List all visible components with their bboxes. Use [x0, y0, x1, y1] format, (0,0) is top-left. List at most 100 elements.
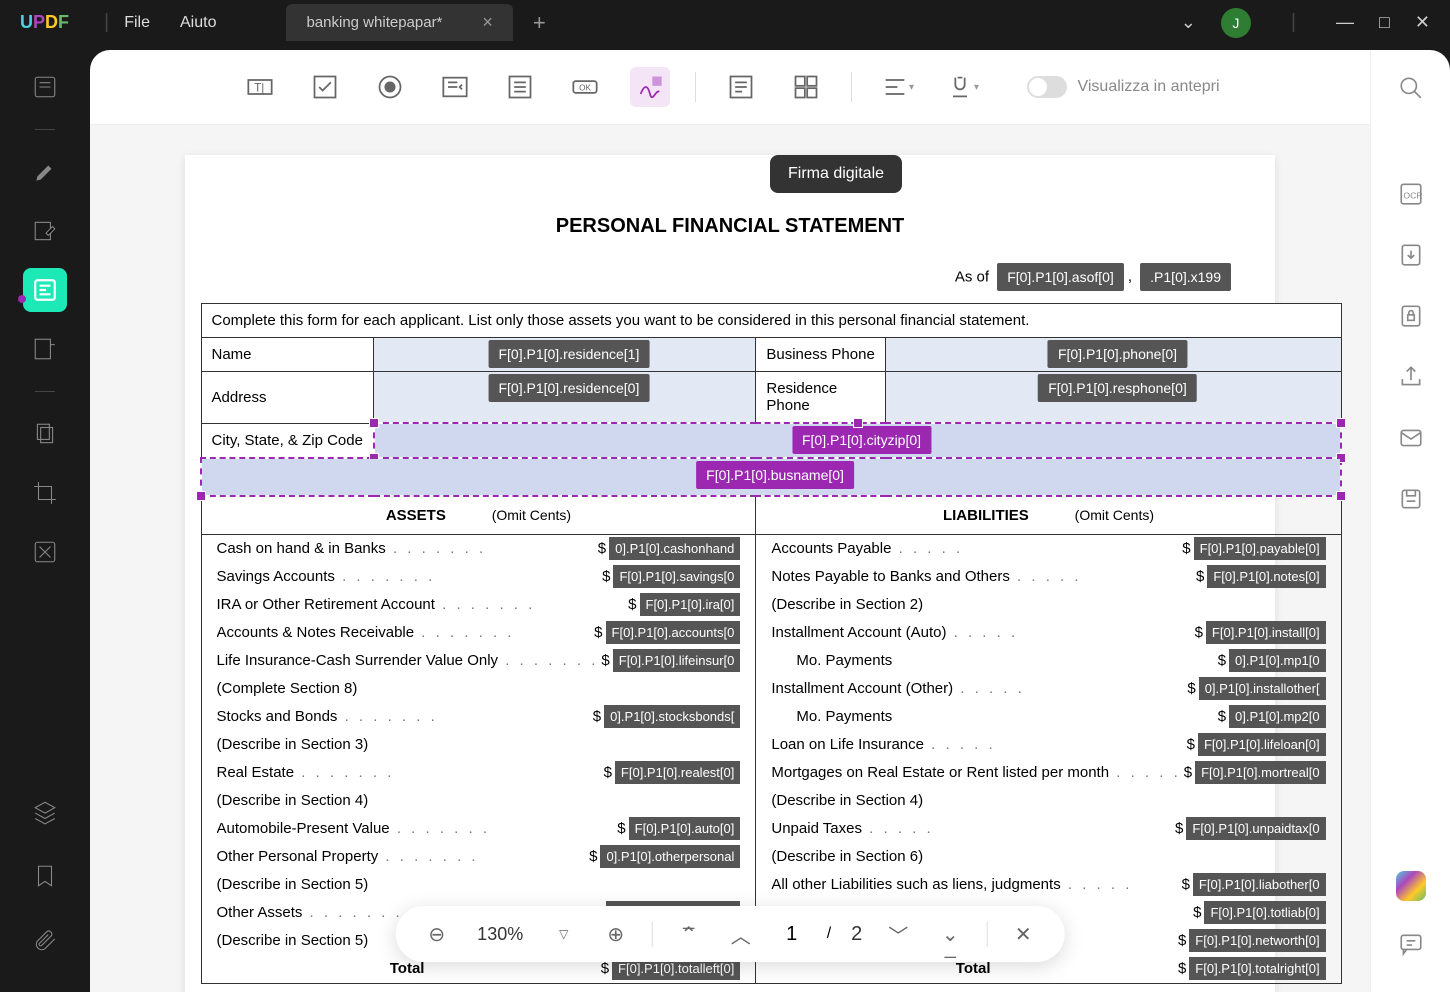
liab-label: Installment Account (Other) . . . . . [771, 680, 1184, 697]
asof-label: As of [955, 269, 989, 286]
form-field-city[interactable]: F[0].P1[0].cityzip[0] [792, 426, 931, 454]
svg-text:OCR: OCR [1403, 190, 1422, 200]
form-field[interactable]: F[0].P1[0].liabother[0 [1193, 873, 1326, 896]
form-field[interactable]: F[0].P1[0].payable[0] [1194, 537, 1326, 560]
form-field-addr[interactable]: F[0].P1[0].residence[0] [488, 374, 649, 402]
dropdown-tool[interactable] [435, 67, 475, 107]
comment-icon[interactable] [1393, 926, 1429, 962]
form-field-networth[interactable]: F[0].P1[0].networth[0] [1189, 929, 1325, 952]
addr-input-cell[interactable]: F[0].P1[0].residence[0] [374, 372, 756, 424]
menu-file[interactable]: File [124, 14, 150, 32]
zoom-in-button[interactable]: ⊕ [600, 918, 632, 950]
bphone-input-cell[interactable]: F[0].P1[0].phone[0] [886, 338, 1341, 372]
form-field[interactable]: F[0].P1[0].realest[0] [615, 761, 740, 784]
listbox-tool[interactable] [500, 67, 540, 107]
last-page-button[interactable]: ⌄_ [934, 918, 966, 950]
tools-dropdown[interactable]: ▾ [942, 67, 982, 107]
share-icon[interactable] [1393, 359, 1429, 395]
form-list-tool[interactable] [721, 67, 761, 107]
city-input-cell-selected[interactable]: F[0].P1[0].cityzip[0] [374, 423, 1341, 458]
form-field[interactable]: F[0].P1[0].install[0] [1206, 621, 1326, 644]
zoom-dropdown[interactable]: ▽ [548, 918, 580, 950]
layers-icon[interactable] [23, 790, 67, 834]
bookmark-icon[interactable] [23, 854, 67, 898]
ocr-icon[interactable]: OCR [1393, 176, 1429, 212]
signature-tool[interactable] [630, 67, 670, 107]
close-nav-button[interactable]: ✕ [1007, 918, 1039, 950]
attachment-icon[interactable] [23, 918, 67, 962]
form-field[interactable]: 0].P1[0].cashonhand [609, 537, 740, 560]
protect-icon[interactable] [1393, 298, 1429, 334]
preview-label: Visualizza in antepri [1077, 78, 1219, 96]
form-field-totalright[interactable]: F[0].P1[0].totalright[0] [1189, 957, 1325, 980]
liab-total-label: Total [771, 960, 1175, 977]
close-tab-icon[interactable]: × [482, 12, 493, 33]
form-field[interactable]: F[0].P1[0].savings[0 [613, 565, 740, 588]
highlight-tool[interactable] [23, 150, 67, 194]
form-field[interactable]: F[0].P1[0].ira[0] [640, 593, 741, 616]
edit-tool[interactable] [23, 209, 67, 253]
user-avatar[interactable]: J [1221, 8, 1251, 38]
asset-label: Savings Accounts . . . . . . . [217, 568, 600, 585]
form-field[interactable]: 0].P1[0].otherpersonal [600, 845, 740, 868]
form-field-totliab[interactable]: F[0].P1[0].totliab[0] [1204, 901, 1325, 924]
search-icon[interactable] [1393, 70, 1429, 106]
document-tab[interactable]: banking whitepapar* × [286, 4, 512, 41]
save-icon[interactable] [1393, 481, 1429, 517]
text-field-tool[interactable]: T| [240, 67, 280, 107]
name-input-cell[interactable]: F[0].P1[0].residence[1] [374, 338, 756, 372]
form-field[interactable]: F[0].P1[0].lifeloan[0] [1198, 733, 1326, 756]
preview-toggle[interactable] [1027, 76, 1067, 98]
tab-title: banking whitepapar* [306, 14, 442, 31]
checkbox-tool[interactable] [305, 67, 345, 107]
zoom-out-button[interactable]: ⊖ [421, 918, 453, 950]
form-field[interactable]: 0].P1[0].stocksbonds[ [604, 705, 740, 728]
menu-help[interactable]: Aiuto [180, 14, 216, 32]
rphone-input-cell[interactable]: F[0].P1[0].resphone[0] [886, 372, 1341, 424]
form-field[interactable]: F[0].P1[0].auto[0] [629, 817, 741, 840]
close-window-icon[interactable]: ✕ [1415, 12, 1430, 33]
form-field-name[interactable]: F[0].P1[0].residence[1] [488, 340, 649, 368]
new-tab-button[interactable]: + [533, 10, 546, 36]
form-field[interactable]: F[0].P1[0].lifeinsur[0 [613, 649, 741, 672]
grid-tool[interactable] [786, 67, 826, 107]
form-field-year[interactable]: .P1[0].x199 [1140, 263, 1231, 291]
radio-tool[interactable] [370, 67, 410, 107]
convert-icon[interactable] [1393, 237, 1429, 273]
email-icon[interactable] [1393, 420, 1429, 456]
form-field[interactable]: 0].P1[0].mp2[0 [1229, 705, 1326, 728]
first-page-button[interactable]: ⌃_ [673, 918, 705, 950]
form-field[interactable]: F[0].P1[0].unpaidtax[0 [1186, 817, 1325, 840]
form-tool[interactable] [23, 268, 67, 312]
page-input[interactable] [777, 923, 807, 946]
liab-sublabel: (Describe in Section 4) [771, 792, 1325, 809]
crop-tool[interactable] [23, 471, 67, 515]
form-field-bphone[interactable]: F[0].P1[0].phone[0] [1048, 340, 1187, 368]
organize-tool[interactable] [23, 327, 67, 371]
prev-page-button[interactable]: ︿ [725, 918, 757, 950]
asset-label: Stocks and Bonds . . . . . . . [217, 708, 590, 725]
form-field[interactable]: F[0].P1[0].accounts[0 [606, 621, 741, 644]
ai-assistant-icon[interactable] [1396, 871, 1426, 901]
form-field[interactable]: F[0].P1[0].notes[0] [1207, 565, 1325, 588]
asset-label: Cash on hand & in Banks . . . . . . . [217, 540, 595, 557]
minimize-icon[interactable]: — [1336, 12, 1354, 33]
form-field-busname[interactable]: F[0].P1[0].busname[0] [696, 461, 854, 489]
form-field[interactable]: F[0].P1[0].mortreal[0 [1195, 761, 1326, 784]
chevron-down-icon[interactable]: ⌄ [1181, 12, 1196, 33]
form-field-asof[interactable]: F[0].P1[0].asof[0] [997, 263, 1124, 291]
maximize-icon[interactable]: □ [1379, 12, 1390, 33]
svg-text:OK: OK [580, 84, 592, 93]
button-tool[interactable]: OK [565, 67, 605, 107]
next-page-button[interactable]: ﹀ [882, 918, 914, 950]
asset-sublabel: (Describe in Section 5) [217, 876, 741, 893]
reader-tool[interactable] [23, 65, 67, 109]
busname-input-cell-selected[interactable]: F[0].P1[0].busname[0] [201, 458, 1341, 496]
form-field[interactable]: 0].P1[0].installother[ [1199, 677, 1326, 700]
align-tool[interactable]: ▾ [877, 67, 917, 107]
rphone-label: Residence Phone [756, 372, 886, 424]
form-field-rphone[interactable]: F[0].P1[0].resphone[0] [1038, 374, 1197, 402]
redact-tool[interactable] [23, 530, 67, 574]
form-field[interactable]: 0].P1[0].mp1[0 [1229, 649, 1326, 672]
pages-tool[interactable] [23, 412, 67, 456]
